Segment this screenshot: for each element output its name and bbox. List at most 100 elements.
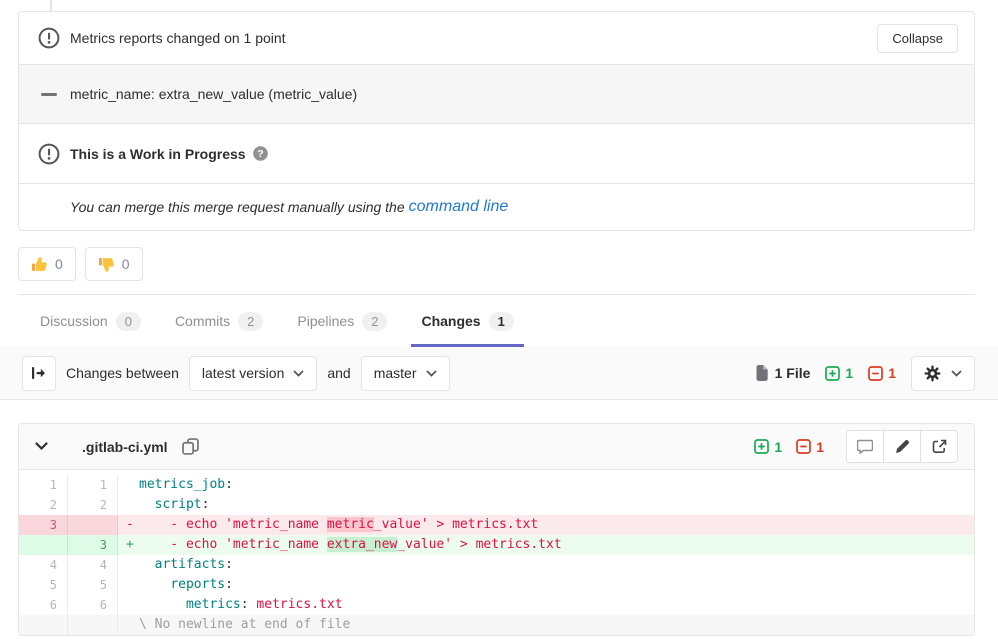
diff-line-marker [126, 595, 139, 615]
file-collapse-chevron[interactable] [35, 442, 48, 451]
diff-version-bar: Changes between latest version and maste… [0, 347, 998, 400]
file-additions-count: 1 [774, 439, 782, 455]
diff-line-code: + - echo 'metric_name extra_new_value' >… [118, 535, 974, 555]
mr-widget: Metrics reports changed on 1 point Colla… [18, 11, 975, 231]
tab-label: Discussion [40, 313, 108, 329]
new-line-number[interactable]: 1 [68, 475, 118, 495]
diff-line-code: artifacts: [118, 555, 974, 575]
diff-line-row: 11 metrics_job: [19, 475, 974, 495]
target-branch-dropdown[interactable]: master [361, 356, 450, 391]
file-icon [755, 365, 769, 381]
old-line-number [19, 615, 68, 635]
pencil-icon [895, 439, 910, 454]
diff-line-marker [126, 555, 139, 575]
thumbs-down-count: 0 [122, 256, 130, 272]
diff-settings-dropdown[interactable] [911, 356, 975, 391]
tab-commits[interactable]: Commits 2 [165, 295, 273, 347]
diff-line-code: script: [118, 495, 974, 515]
tab-count-badge: 0 [116, 312, 141, 331]
new-line-number[interactable]: 2 [68, 495, 118, 515]
file-deletions-count: 1 [816, 439, 824, 455]
merge-manual-row: You can merge this merge request manuall… [19, 183, 974, 230]
diff-line-code: reports: [118, 575, 974, 595]
diff-line-row: 22 script: [19, 495, 974, 515]
diff-line-marker [126, 475, 139, 495]
old-line-number[interactable]: 4 [19, 555, 68, 575]
new-line-number [68, 615, 118, 635]
new-line-number[interactable]: 4 [68, 555, 118, 575]
award-emoji-bar: 0 0 [18, 247, 143, 281]
chevron-down-icon [951, 370, 962, 377]
thumbs-up-button[interactable]: 0 [18, 247, 76, 281]
diff-line-code: - - echo 'metric_name metric_value' > me… [118, 515, 974, 535]
tab-pipelines[interactable]: Pipelines 2 [287, 295, 397, 347]
diff-line-code: \ No newline at end of file [118, 615, 974, 635]
files-count-label: 1 File [775, 365, 811, 381]
metric-item-text: metric_name: extra_new_value (metric_val… [70, 86, 357, 102]
new-line-number[interactable]: 5 [68, 575, 118, 595]
diff-line-code: metrics: metrics.txt [118, 595, 974, 615]
old-line-number[interactable]: 6 [19, 595, 68, 615]
command-line-link[interactable]: command line [409, 198, 509, 216]
status-warning-icon [38, 143, 60, 165]
diff-line-marker [126, 615, 139, 635]
deletions-stat: 1 [868, 365, 896, 381]
collapse-button[interactable]: Collapse [877, 24, 958, 53]
svg-text:?: ? [257, 148, 263, 160]
old-line-number[interactable]: 1 [19, 475, 68, 495]
external-link-icon [932, 439, 947, 454]
tab-discussion[interactable]: Discussion 0 [30, 295, 151, 347]
minus-square-icon [796, 439, 811, 454]
merge-manual-text: You can merge this merge request manuall… [70, 199, 405, 215]
diff-line-marker: + [126, 535, 139, 555]
old-line-number[interactable] [19, 535, 68, 555]
diff-line-marker [126, 495, 139, 515]
thumbs-up-count: 0 [55, 256, 63, 272]
chevron-down-icon [426, 370, 437, 377]
new-line-number[interactable] [68, 515, 118, 535]
copy-file-path-button[interactable] [182, 438, 199, 455]
diff-line-marker: - [126, 515, 139, 535]
diff-file-header: .gitlab-ci.yml 1 1 [19, 424, 974, 470]
thumbs-up-icon [31, 256, 48, 273]
additions-stat: 1 [825, 365, 853, 381]
diff-line-row: \ No newline at end of file [19, 615, 974, 635]
plus-square-icon [825, 366, 840, 381]
diff-line-row: 66 metrics: metrics.txt [19, 595, 974, 615]
file-action-buttons [846, 430, 958, 463]
diff-file-name[interactable]: .gitlab-ci.yml [82, 439, 168, 455]
tab-label: Changes [421, 313, 480, 329]
metrics-report-row: Metrics reports changed on 1 point Colla… [19, 12, 974, 64]
old-line-number[interactable]: 3 [19, 515, 68, 535]
chevron-down-icon [293, 370, 304, 377]
tab-count-badge: 2 [362, 312, 387, 331]
diff-line-marker [126, 575, 139, 595]
file-tree-toggle-button[interactable] [22, 356, 56, 391]
old-line-number[interactable]: 5 [19, 575, 68, 595]
new-line-number[interactable]: 6 [68, 595, 118, 615]
gear-icon [924, 365, 941, 382]
tab-label: Pipelines [297, 313, 354, 329]
tab-count-badge: 2 [238, 312, 263, 331]
diff-line-row: 3+ - echo 'metric_name extra_new_value' … [19, 535, 974, 555]
version-dropdown[interactable]: latest version [189, 356, 317, 391]
new-line-number[interactable]: 3 [68, 535, 118, 555]
diff-line-code: metrics_job: [118, 475, 974, 495]
file-deletions-stat: 1 [796, 439, 824, 455]
tab-count-badge: 1 [489, 312, 514, 331]
target-branch-value: master [374, 365, 417, 381]
view-file-external-button[interactable] [920, 430, 958, 463]
diff-file-actions: 1 1 [754, 430, 958, 463]
version-dropdown-value: latest version [202, 365, 284, 381]
edit-file-button[interactable] [883, 430, 921, 463]
diff-line-row: 3 - - echo 'metric_name metric_value' > m… [19, 515, 974, 535]
plus-square-icon [754, 439, 769, 454]
and-label: and [327, 365, 350, 381]
old-line-number[interactable]: 2 [19, 495, 68, 515]
thumbs-down-button[interactable]: 0 [85, 247, 143, 281]
toggle-comments-button[interactable] [846, 430, 884, 463]
tab-changes[interactable]: Changes 1 [411, 295, 523, 347]
diff-stats: 1 File 1 1 [755, 356, 975, 391]
merge-request-tabs: Discussion 0 Commits 2 Pipelines 2 Chang… [18, 295, 538, 347]
help-icon[interactable]: ? [253, 146, 268, 161]
